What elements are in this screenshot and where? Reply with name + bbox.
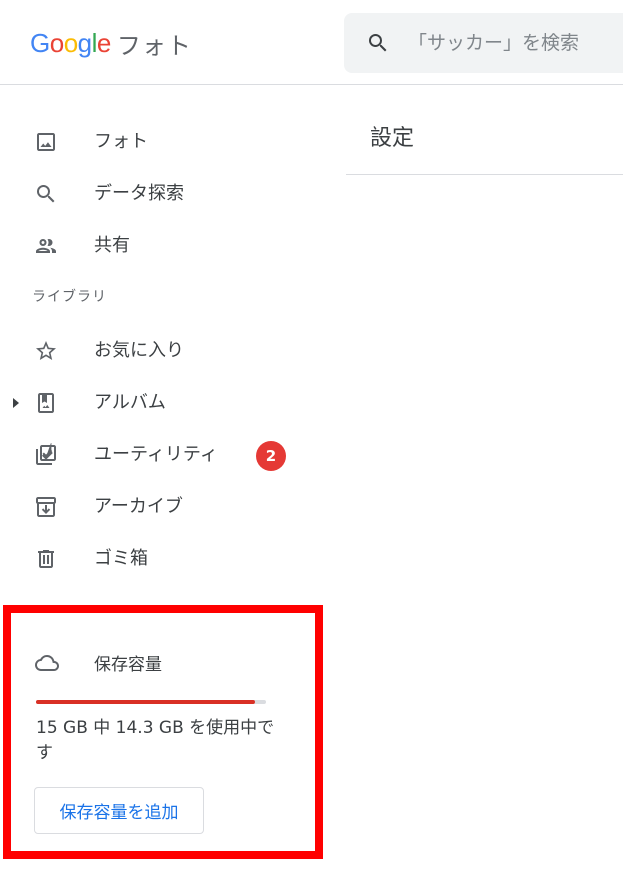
sidebar-item-trash[interactable]: ゴミ箱: [0, 535, 330, 583]
sidebar-item-label: データ探索: [94, 183, 184, 204]
storage-usage-text: 15 GB 中 14.3 GB を使用中です: [36, 718, 275, 763]
storage-progress-fill: [36, 700, 256, 704]
sidebar-item-label: 共有: [94, 235, 130, 256]
product-name: フォト: [116, 31, 192, 60]
sidebar-item-favorites[interactable]: お気に入り: [0, 327, 330, 375]
app-header: Google フォト: [0, 0, 623, 85]
star-icon: [36, 341, 56, 360]
logo-letter: o: [63, 27, 78, 58]
sidebar-item-photos[interactable]: フォト: [0, 118, 330, 166]
search-icon[interactable]: [366, 31, 390, 55]
divider: [346, 174, 623, 175]
album-icon: [38, 393, 54, 413]
sidebar-item-albums[interactable]: アルバム: [0, 379, 330, 427]
logo-letter: o: [49, 27, 64, 58]
expand-arrow-icon[interactable]: [11, 397, 21, 409]
sidebar-item-label: フォト: [94, 131, 148, 152]
logo-letter: e: [96, 27, 111, 58]
search-input[interactable]: [408, 13, 623, 73]
sidebar-item-label: お気に入り: [94, 340, 184, 361]
sidebar-item-utilities[interactable]: ユーティリティ 2: [0, 431, 330, 479]
search-bar[interactable]: [344, 13, 623, 73]
sidebar-item-label: アーカイブ: [94, 496, 183, 517]
sidebar-item-label: ユーティリティ: [94, 444, 218, 465]
archive-icon: [36, 497, 56, 517]
google-photos-logo[interactable]: Google フォト: [30, 23, 192, 63]
add-storage-button[interactable]: 保存容量を追加: [34, 787, 204, 834]
google-wordmark: Google: [30, 28, 111, 59]
sidebar-item-archive[interactable]: アーカイブ: [0, 483, 330, 531]
logo-letter: g: [77, 27, 92, 58]
people-icon: [36, 239, 56, 253]
storage-progress-bar: [36, 700, 266, 704]
sidebar-item-label: アルバム: [94, 392, 166, 413]
library-section-label: ライブラリ: [32, 289, 107, 305]
utilities-icon: [36, 443, 56, 465]
cloud-icon: [35, 655, 59, 671]
photo-icon: [37, 133, 55, 151]
search-icon: [37, 185, 55, 203]
notification-badge: 2: [256, 441, 286, 471]
sidebar-item-explore[interactable]: データ探索: [0, 170, 330, 218]
sidebar-item-label: ゴミ箱: [94, 548, 148, 569]
page-title: 設定: [370, 126, 415, 151]
trash-icon: [38, 550, 54, 568]
sidebar-item-sharing[interactable]: 共有: [0, 222, 330, 270]
logo-letter: G: [30, 27, 50, 58]
storage-title: 保存容量: [94, 655, 162, 675]
